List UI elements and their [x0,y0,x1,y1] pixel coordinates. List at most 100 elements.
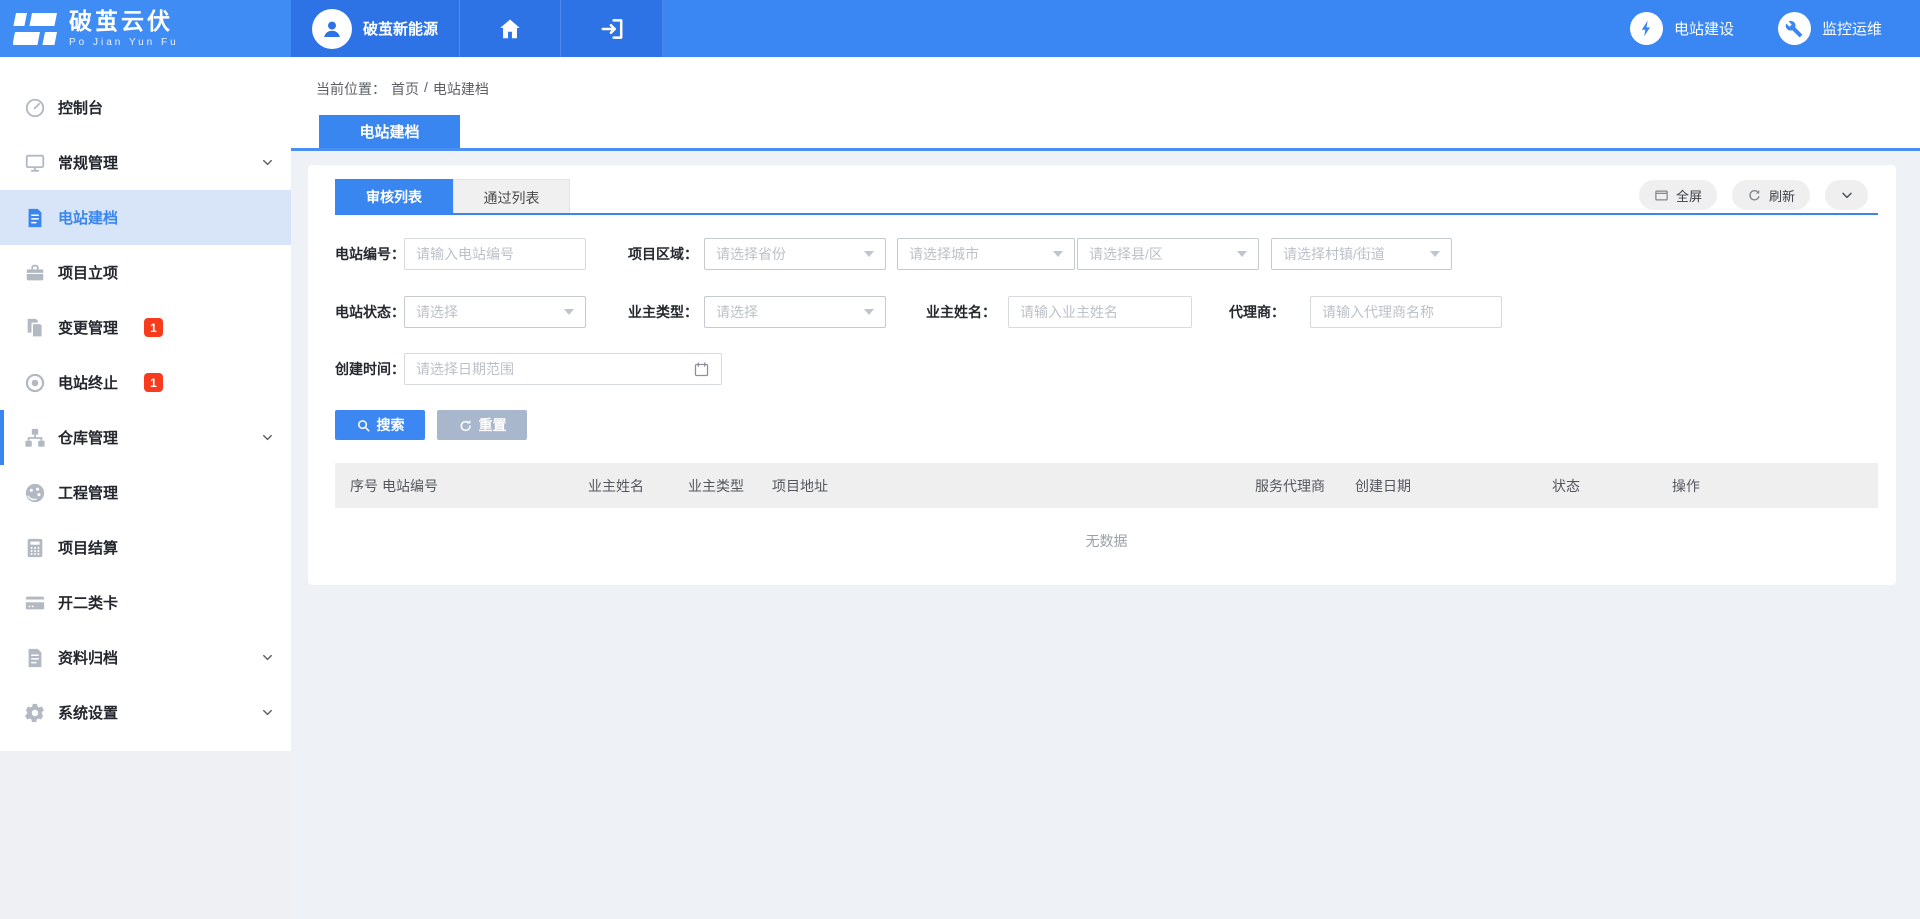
station-status-select[interactable]: 请选择 [404,296,586,328]
fullscreen-button[interactable]: 全屏 [1639,180,1717,210]
logout-button[interactable] [561,0,663,57]
station-no-input[interactable] [416,246,574,262]
refresh-button[interactable]: 刷新 [1732,180,1810,210]
sidebar-item-label: 系统设置 [58,702,118,723]
owner-type-select[interactable]: 请选择 [704,296,886,328]
user-avatar-icon [312,9,352,49]
owner-name-input[interactable] [1020,304,1180,320]
date-range-picker[interactable] [404,353,722,385]
home-button[interactable] [460,0,561,57]
col-project-address: 项目地址 [772,476,1255,496]
tabs-underline [335,213,1878,215]
caret-down-icon [864,251,874,257]
sidebar-item-general-mgmt[interactable]: 常规管理 [0,135,291,190]
sidebar-item-open-card[interactable]: 开二类卡 [0,575,291,630]
sidebar-item-station-termination[interactable]: 电站终止 1 [0,355,291,410]
sidebar-item-data-archive[interactable]: 资料归档 [0,630,291,685]
home-icon [497,16,523,42]
sign-in-icon [599,16,625,42]
col-service-agent: 服务代理商 [1255,476,1355,496]
date-range-input[interactable] [416,361,687,377]
refresh-icon [1747,188,1762,203]
brand-tagline: Po Jian Yun Fu [69,37,179,48]
notification-badge: 1 [144,318,163,337]
sidebar-item-label: 变更管理 [58,317,118,338]
tab-review-list[interactable]: 审核列表 [335,179,453,215]
created-time-label: 创建时间： [335,353,403,385]
search-button[interactable]: 搜索 [335,410,425,440]
sidebar-item-warehouse-mgmt[interactable]: 仓库管理 [0,410,291,465]
gauge-icon [24,97,46,119]
sidebar-item-label: 项目立项 [58,262,118,283]
col-status: 状态 [1552,476,1672,496]
briefcase-icon [24,262,46,284]
sidebar-item-label: 控制台 [58,97,103,118]
sidebar-item-label: 仓库管理 [58,427,118,448]
nav-monitor-ops-label: 监控运维 [1822,18,1882,39]
col-index: 序号 [335,476,382,496]
col-created-date: 创建日期 [1355,476,1552,496]
breadcrumb-current: 电站建档 [433,79,489,99]
sidebar-item-label: 资料归档 [58,647,118,668]
fullscreen-label: 全屏 [1676,186,1702,205]
col-station-no: 电站编号 [382,476,588,496]
breadcrumb-separator: / [424,79,428,99]
sidebar-item-project-initiation[interactable]: 项目立项 [0,245,291,300]
station-status-select-value: 请选择 [416,302,458,322]
county-select[interactable]: 请选择县/区 [1077,238,1259,270]
fullscreen-icon [1654,188,1669,203]
sidebar-item-label: 工程管理 [58,482,118,503]
calendar-icon [693,361,710,378]
owner-type-label: 业主类型： [628,296,696,328]
reset-button[interactable]: 重置 [437,410,527,440]
col-owner-type: 业主类型 [688,476,772,496]
province-select[interactable]: 请选择省份 [704,238,886,270]
nav-monitor-ops[interactable]: 监控运维 [1778,12,1882,45]
nav-station-build-label: 电站建设 [1674,18,1734,39]
brand-logo-icon [13,10,59,48]
content-area: 审核列表 通过列表 全屏 刷新 [291,151,1920,919]
caret-down-icon [1237,251,1247,257]
wrench-icon [1778,12,1811,45]
notification-badge: 1 [144,373,163,392]
agent-input[interactable] [1322,304,1490,320]
sidebar-item-console[interactable]: 控制台 [0,80,291,135]
collapse-panel-button[interactable] [1825,180,1868,210]
breadcrumb-prefix: 当前位置： [316,79,386,99]
reset-icon [458,418,473,433]
station-status-label: 电站状态： [335,296,403,328]
nav-station-build[interactable]: 电站建设 [1630,12,1734,45]
archive-document-icon [24,647,46,669]
region-label: 项目区域： [628,238,696,270]
tab-passed-list[interactable]: 通过列表 [453,179,570,215]
breadcrumb-home-link[interactable]: 首页 [391,79,419,99]
user-menu[interactable]: 破茧新能源 [291,0,460,57]
refresh-label: 刷新 [1769,186,1795,205]
monitor-icon [24,152,46,174]
city-select-value: 请选择城市 [909,244,979,264]
caret-down-icon [864,309,874,315]
sidebar-item-project-settlement[interactable]: 项目结算 [0,520,291,575]
company-name: 破茧新能源 [363,18,438,39]
brand-name: 破茧云伏 [69,9,179,33]
province-select-value: 请选择省份 [716,244,786,264]
village-select-value: 请选择村镇/街道 [1283,244,1385,264]
sidebar-item-engineering-mgmt[interactable]: 工程管理 [0,465,291,520]
col-owner-name: 业主姓名 [588,476,688,496]
document-icon [24,207,46,229]
sidebar-item-label: 电站终止 [58,372,118,393]
sidebar-item-system-settings[interactable]: 系统设置 [0,685,291,740]
chevron-down-icon [260,650,275,665]
panel-toolbar: 全屏 刷新 [1639,180,1868,210]
page-tab-station-archive[interactable]: 电站建档 [319,115,460,148]
agent-input-wrap [1310,296,1502,328]
city-select[interactable]: 请选择城市 [897,238,1075,270]
sidebar-item-change-mgmt[interactable]: 变更管理 1 [0,300,291,355]
lightning-icon [1630,12,1663,45]
sidebar-item-label: 电站建档 [58,207,118,228]
caret-down-icon [1053,251,1063,257]
page-top-bar: 当前位置： 首页 / 电站建档 电站建档 [291,57,1920,148]
chevron-down-icon [260,430,275,445]
sidebar-item-station-archive[interactable]: 电站建档 [0,190,291,245]
village-select[interactable]: 请选择村镇/街道 [1271,238,1452,270]
